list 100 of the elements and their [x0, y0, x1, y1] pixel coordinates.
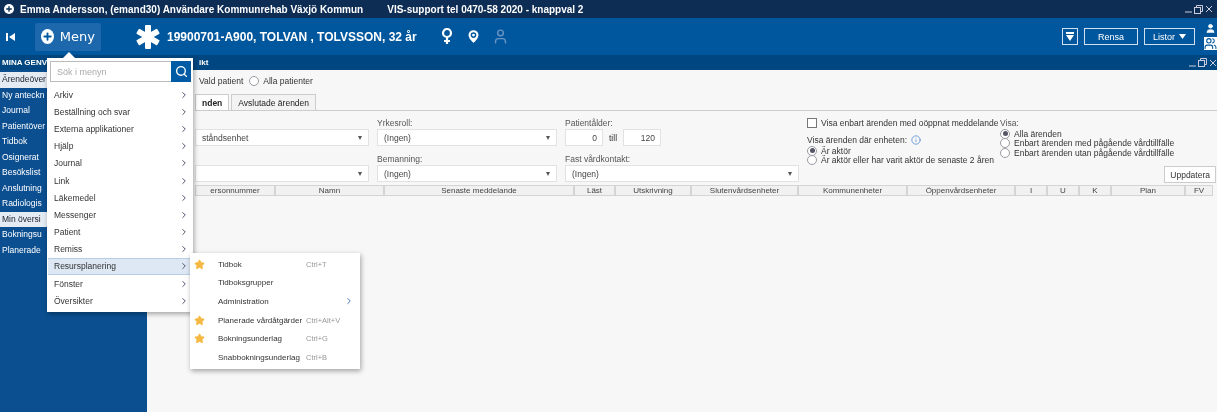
- menu-item[interactable]: Hjälp: [48, 137, 193, 155]
- radio-button[interactable]: [1000, 128, 1010, 139]
- patient-info: 19900701-A900, TOLVAN , TOLVSSON, 32 år: [167, 29, 417, 44]
- menu-item[interactable]: Messenger: [48, 206, 193, 224]
- checkbox[interactable]: [807, 118, 817, 128]
- radio-button[interactable]: [1000, 147, 1010, 158]
- menu-item[interactable]: Läkemedel: [48, 189, 193, 207]
- menu-item[interactable]: Beställning och svar: [48, 103, 193, 121]
- menu-item[interactable]: Tidboksgrupper: [190, 273, 360, 293]
- menu-item[interactable]: Link: [48, 171, 193, 190]
- filter-icon: [1066, 32, 1074, 41]
- dropdown-field[interactable]: [195, 165, 369, 182]
- radio-label: Enbart ärenden utan pågående vårdtillfälle: [1014, 147, 1175, 158]
- plus-circle-icon: [4, 4, 14, 14]
- chevron-icon: [179, 192, 189, 203]
- menu-button[interactable]: Meny: [35, 22, 101, 51]
- field-label: Patientålder:: [565, 117, 614, 129]
- menu-item[interactable]: Fönster: [48, 275, 193, 293]
- restore-button[interactable]: [1194, 3, 1203, 15]
- menu-item[interactable]: Remiss: [48, 240, 193, 258]
- column-header[interactable]: Namn: [275, 185, 384, 196]
- radio-label: Enbart ärenden med pågående vårdtillfälle: [1014, 138, 1175, 149]
- menu-item[interactable]: Journal: [48, 154, 193, 172]
- search-icon: [174, 65, 188, 78]
- minimize-icon: [1185, 11, 1192, 13]
- chevron-icon: [344, 296, 354, 307]
- chevron-icon: [179, 158, 189, 169]
- radio-button[interactable]: [807, 155, 817, 166]
- checkbox-label: Visa enbart ärenden med oöppnat meddelande: [821, 118, 999, 128]
- dropdown-field[interactable]: (Ingen): [377, 165, 557, 182]
- radio-button[interactable]: [1000, 138, 1010, 149]
- tab[interactable]: nden: [195, 94, 230, 110]
- lists-button[interactable]: Listor: [1144, 28, 1195, 45]
- restore-button[interactable]: [1198, 56, 1207, 69]
- chevron-icon: [179, 106, 189, 117]
- chevron-icon: [179, 261, 189, 272]
- update-button[interactable]: Uppdatera: [1164, 166, 1216, 183]
- menu-item[interactable]: Externa applikationer: [48, 120, 193, 138]
- filter-button[interactable]: [1062, 28, 1078, 45]
- chevron-icon: [179, 244, 189, 255]
- chevron-icon: [179, 123, 189, 134]
- chevron-icon: [179, 89, 189, 100]
- column-header[interactable]: Senaste meddelande: [384, 185, 574, 196]
- radio-label: Är aktör: [821, 145, 851, 156]
- field-label: Fast vårdkontakt:: [565, 153, 632, 165]
- column-header[interactable]: I: [1015, 185, 1047, 196]
- collapse-button[interactable]: [6, 31, 15, 42]
- dropdown-field[interactable]: (Ingen): [377, 129, 557, 146]
- close-icon: [1205, 5, 1212, 13]
- section-title: MINA GENV: [1, 58, 49, 67]
- person-icon[interactable]: [1204, 23, 1216, 34]
- column-header[interactable]: Öppenvårdsenheter: [907, 185, 1015, 196]
- menu-item[interactable]: Patient: [48, 223, 193, 241]
- chevron-icon: [179, 278, 189, 289]
- age-from-field[interactable]: 0: [565, 129, 603, 146]
- chevron-icon: [179, 209, 189, 220]
- menu-item[interactable]: Resursplanering: [48, 257, 193, 276]
- column-header[interactable]: Läst: [574, 185, 615, 196]
- star-of-life-icon: [135, 23, 161, 50]
- clear-button[interactable]: Rensa: [1084, 28, 1138, 45]
- radio-label: Är aktör eller har varit aktör de senaste 2 åren: [821, 155, 994, 166]
- collapse-icon: [6, 31, 15, 42]
- chevron-icon: [179, 227, 189, 238]
- minimize-icon: [1189, 64, 1196, 67]
- age-to-field[interactable]: 120: [623, 129, 662, 146]
- chevron-icon: [179, 175, 189, 186]
- column-header[interactable]: FV: [1185, 185, 1213, 196]
- radio-label: Vald patient: [199, 76, 244, 86]
- column-header[interactable]: Slutenvårdsenheter: [691, 185, 798, 196]
- radio-label: Alla patienter: [263, 76, 313, 86]
- radio-label: Alla ärenden: [1014, 128, 1062, 139]
- restore-icon: [1194, 4, 1203, 14]
- close-button[interactable]: [1204, 3, 1213, 15]
- menu-item[interactable]: Översikter: [48, 292, 193, 310]
- female-symbol-icon: [440, 28, 453, 45]
- tab[interactable]: Avslutade ärenden: [231, 94, 317, 110]
- dropdown-field[interactable]: (Ingen): [565, 165, 799, 182]
- support-info: VIS-support tel 0470-58 2020 - knappval 2: [387, 3, 584, 15]
- range-separator: till: [609, 132, 618, 143]
- menu-item[interactable]: Administration: [190, 292, 360, 311]
- field-label: Bemanning:: [377, 153, 424, 165]
- plus-circle-icon: [41, 29, 54, 44]
- column-header[interactable]: U: [1047, 185, 1079, 196]
- view-tab[interactable]: ikt: [199, 58, 209, 67]
- column-header[interactable]: Plan: [1111, 185, 1185, 196]
- field-label: Yrkesroll:: [377, 117, 414, 129]
- menu-item[interactable]: Arkiv: [48, 86, 193, 104]
- radio-button[interactable]: [807, 145, 817, 156]
- group-icon[interactable]: [1203, 37, 1217, 50]
- column-header[interactable]: Utskrivning: [615, 185, 691, 196]
- column-header[interactable]: ersonnummer: [195, 185, 275, 196]
- column-header[interactable]: K: [1079, 185, 1111, 196]
- unit-select[interactable]: ståndsenhet: [195, 129, 369, 146]
- search-button[interactable]: [171, 61, 191, 82]
- restore-icon: [1198, 58, 1207, 67]
- column-header[interactable]: Kommunenheter: [798, 185, 907, 196]
- filter-label: Visa:: [1000, 117, 1020, 129]
- location-pin-icon: [464, 28, 482, 45]
- radio-button[interactable]: [249, 76, 260, 86]
- close-icon: [1209, 58, 1216, 67]
